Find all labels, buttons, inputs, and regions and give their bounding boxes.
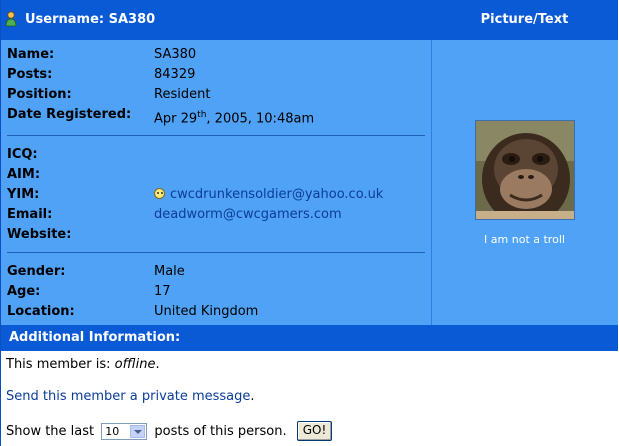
additional-info-panel: This member is: offline. Send this membe…: [1, 351, 618, 446]
website-label: Website:: [7, 227, 72, 242]
divider: [7, 252, 425, 253]
name-label: Name:: [7, 47, 55, 62]
aim-label: AIM:: [7, 167, 41, 182]
go-button[interactable]: GO!: [296, 421, 333, 441]
email-label: Email:: [7, 207, 53, 222]
posts-label: Posts:: [7, 67, 53, 82]
additional-info-header: Additional Information:: [1, 325, 618, 351]
yahoo-messenger-icon: [154, 188, 165, 199]
profile-header: Username: SA380 Picture/Text: [1, 0, 618, 40]
send-pm-link[interactable]: Send this member a private message.: [6, 389, 255, 404]
gender-label: Gender:: [7, 264, 66, 279]
posts-value: 84329: [154, 67, 196, 82]
gender-value: Male: [154, 264, 185, 279]
additional-info-title: Additional Information:: [9, 330, 181, 345]
divider: [7, 135, 425, 136]
location-value: United Kingdom: [154, 304, 259, 319]
online-status: This member is: offline.: [6, 357, 160, 372]
date-registered-label: Date Registered:: [7, 107, 132, 122]
age-value: 17: [154, 284, 171, 299]
yim-value[interactable]: cwcdrunkensoldier@yahoo.co.uk: [154, 187, 383, 202]
chevron-down-icon[interactable]: [130, 424, 146, 438]
date-registered-value: Apr 29th, 2005, 10:48am: [154, 110, 315, 127]
picture-text-title: Picture/Text: [480, 12, 569, 27]
avatar-image: [475, 120, 575, 220]
name-value: SA380: [154, 47, 197, 62]
picture-caption: I am not a troll: [484, 233, 565, 246]
show-posts-prefix: Show the last: [6, 423, 95, 439]
position-value: Resident: [154, 87, 211, 102]
yim-label: YIM:: [7, 187, 40, 202]
profile-frame: Username: SA380 Picture/Text Name: SA380…: [0, 0, 618, 446]
location-label: Location:: [7, 304, 75, 319]
posts-count-value: 10: [105, 424, 120, 438]
email-link[interactable]: deadworm@cwcgamers.com: [154, 207, 342, 222]
age-label: Age:: [7, 284, 41, 299]
user-icon: [5, 11, 17, 27]
position-label: Position:: [7, 87, 72, 102]
status-value: offline: [114, 357, 156, 372]
show-posts-form: Show the last 10 posts of this person. G…: [6, 421, 333, 443]
username-title: Username: SA380: [25, 12, 156, 27]
icq-label: ICQ:: [7, 147, 38, 162]
show-posts-suffix: posts of this person.: [154, 423, 287, 439]
posts-count-select[interactable]: 10: [101, 422, 148, 440]
vertical-divider: [431, 40, 432, 325]
